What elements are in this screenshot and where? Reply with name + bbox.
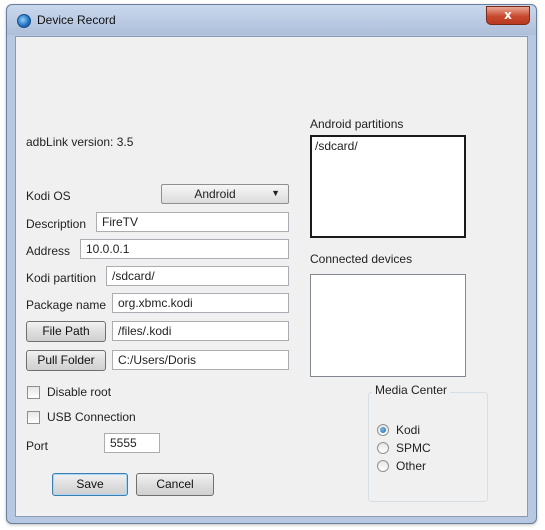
media-center-other-radio[interactable] (377, 460, 389, 472)
media-center-other-label: Other (396, 459, 427, 473)
description-label: Description (26, 217, 87, 231)
disable-root-checkbox[interactable] (27, 386, 40, 399)
kodi-partition-field[interactable]: /sdcard/ (106, 266, 289, 286)
media-center-kodi-radio[interactable] (377, 424, 389, 436)
window-title: Device Record (37, 13, 116, 27)
kodi-os-label: Kodi OS (26, 189, 71, 203)
kodi-os-select[interactable]: Android ▼ (161, 184, 289, 204)
adblink-version-label: adbLink version: 3.5 (26, 135, 134, 149)
chevron-down-icon: ▼ (271, 188, 280, 198)
usb-connection-label: USB Connection (47, 410, 136, 424)
address-field[interactable]: 10.0.0.1 (80, 239, 289, 259)
media-center-spmc-radio[interactable] (377, 442, 389, 454)
close-button[interactable]: x (486, 6, 530, 25)
media-center-spmc-label: SPMC (396, 441, 431, 455)
save-button[interactable]: Save (52, 473, 128, 496)
media-center-kodi-label: Kodi (396, 423, 421, 437)
device-record-window: Device Record x adbLink version: 3.5 Kod… (6, 4, 537, 524)
kodi-partition-label: Kodi partition (26, 271, 97, 285)
media-center-label: Media Center (372, 383, 451, 397)
android-partitions-label: Android partitions (310, 117, 404, 131)
cancel-button[interactable]: Cancel (136, 473, 214, 496)
title-bar[interactable]: Device Record x (7, 5, 536, 35)
pull-folder-field[interactable]: C:/Users/Doris (112, 350, 289, 370)
package-name-label: Package name (26, 298, 107, 312)
connected-devices-label: Connected devices (310, 252, 413, 266)
connected-devices-list[interactable] (310, 274, 466, 377)
list-item[interactable]: /sdcard/ (315, 139, 461, 153)
address-label: Address (26, 244, 71, 258)
file-path-button[interactable]: File Path (26, 321, 106, 342)
kodi-os-selected-value: Android (194, 187, 236, 201)
pull-folder-button[interactable]: Pull Folder (26, 350, 106, 371)
android-partitions-list[interactable]: /sdcard/ (310, 135, 466, 238)
port-field[interactable]: 5555 (104, 433, 160, 453)
port-label: Port (26, 439, 49, 453)
file-path-field[interactable]: /files/.kodi (112, 321, 289, 341)
dialog-body: adbLink version: 3.5 Kodi OS Android ▼ D… (15, 36, 528, 517)
disable-root-label: Disable root (47, 385, 112, 399)
app-icon (17, 14, 31, 28)
description-field[interactable]: FireTV (96, 212, 289, 232)
package-name-field[interactable]: org.xbmc.kodi (112, 293, 289, 313)
usb-connection-checkbox[interactable] (27, 411, 40, 424)
